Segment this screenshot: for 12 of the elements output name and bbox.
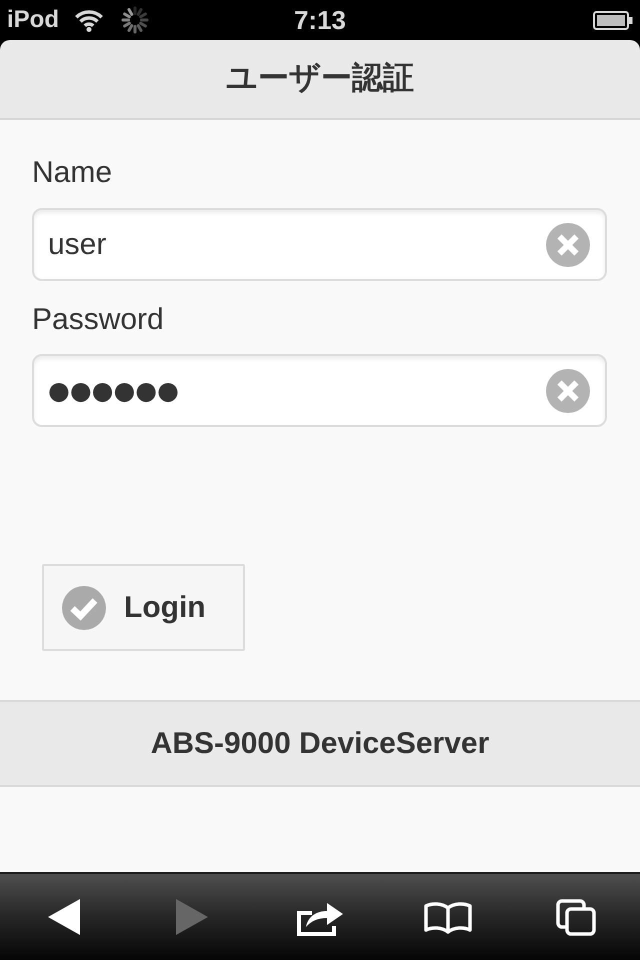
battery-icon <box>593 10 633 30</box>
wifi-icon <box>74 8 104 32</box>
login-button[interactable]: Login <box>42 564 245 651</box>
page-title: ユーザー認証 <box>226 59 414 97</box>
footer-title: ABS-9000 DeviceServer <box>150 726 490 762</box>
carrier-name: iPod <box>7 6 59 34</box>
field-label: Name <box>32 155 114 191</box>
field-label: Password <box>32 302 165 338</box>
text-field[interactable]: user <box>32 208 607 281</box>
password-field[interactable]: ●●●●●● <box>32 354 607 427</box>
check-icon <box>62 586 106 630</box>
clock-time: 7:13 <box>294 5 346 35</box>
